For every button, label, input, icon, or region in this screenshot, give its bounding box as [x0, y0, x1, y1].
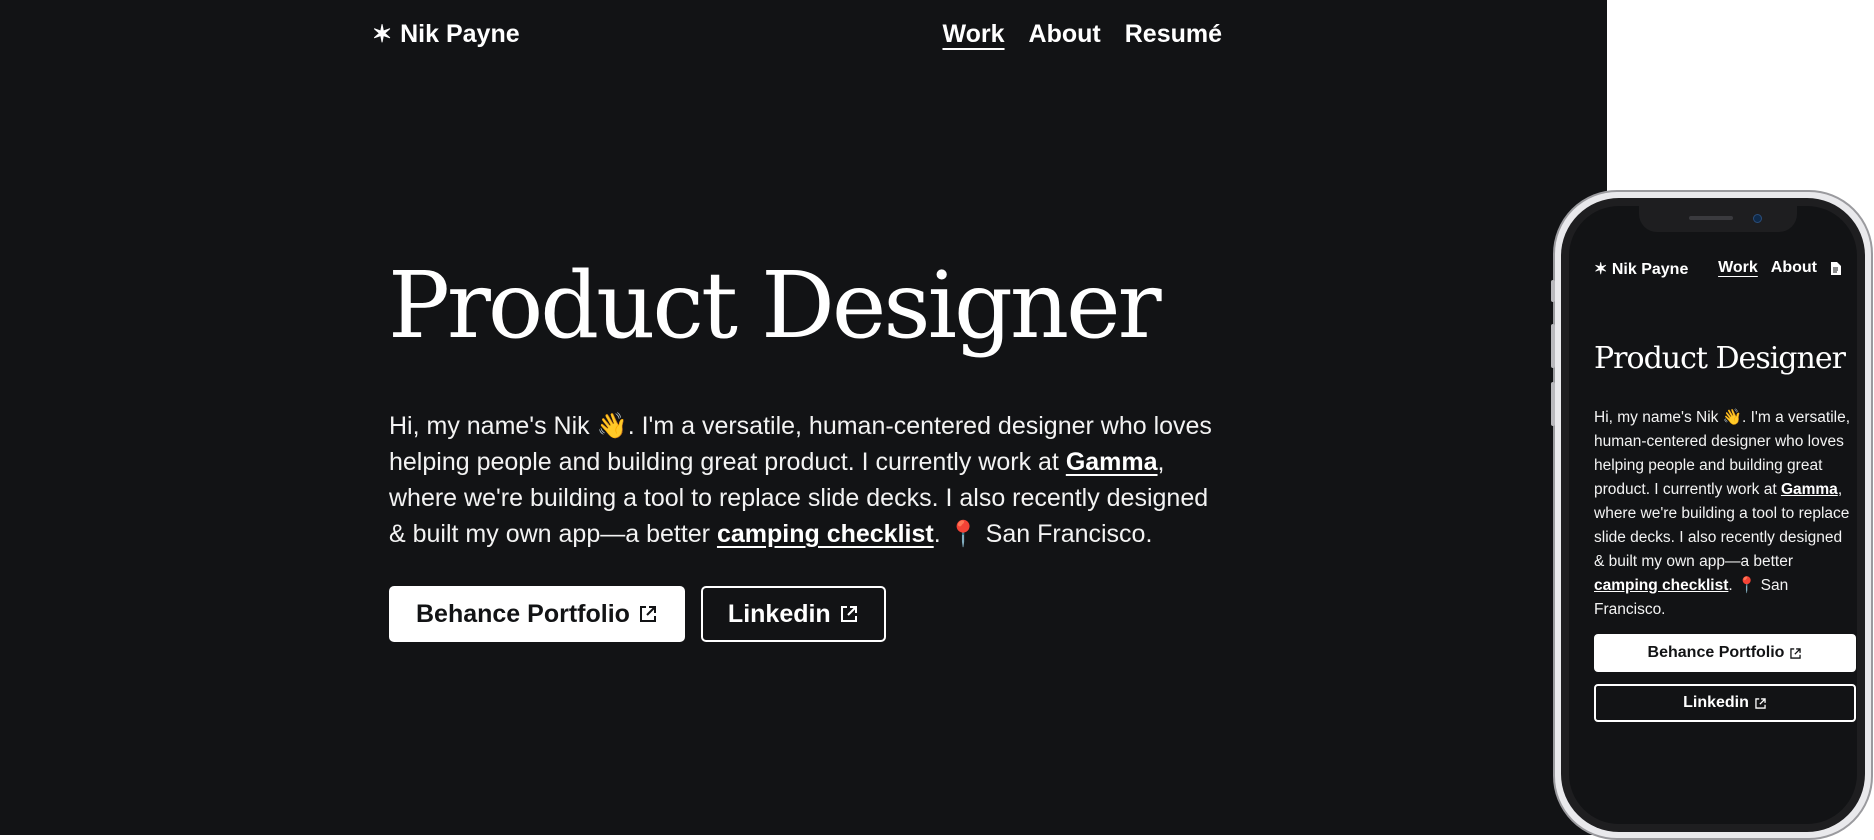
bio-text-3: . 📍 San Francisco. [933, 520, 1153, 548]
external-link-icon [639, 606, 656, 622]
desktop-viewport: ✶ Nik Payne Work About Resumé Product Des… [0, 0, 1607, 835]
nav-work-link[interactable]: Work [942, 20, 1004, 49]
phone-notch [1639, 206, 1797, 232]
mobile-bio-paragraph: Hi, my name's Nik 👋. I'm a versatile, hu… [1594, 406, 1854, 622]
mobile-page-title: Product Designer [1594, 341, 1846, 376]
site-logo[interactable]: ✶ Nik Payne [372, 20, 520, 49]
external-link-icon [1755, 697, 1766, 709]
phone-screen: ✶ Nik Payne Work About Product Designer … [1569, 206, 1857, 824]
mobile-linkedin-button-label: Linkedin [1683, 694, 1749, 711]
external-link-icon [1790, 647, 1802, 659]
mobile-nav-menu: Work About [1718, 259, 1841, 277]
speaker-grille [1689, 216, 1733, 220]
nav-about-link[interactable]: About [1029, 20, 1101, 49]
phone-side-button [1551, 382, 1555, 426]
phone-side-button [1551, 280, 1555, 302]
mobile-behance-button-label: Behance Portfolio [1647, 644, 1785, 661]
star-icon: ✶ [1594, 261, 1608, 278]
behance-button-label: Behance Portfolio [416, 599, 630, 628]
behance-portfolio-button[interactable]: Behance Portfolio [389, 586, 685, 642]
nav-resume-link[interactable]: Resumé [1125, 20, 1222, 49]
phone-mockup: ✶ Nik Payne Work About Product Designer … [1551, 190, 1873, 840]
mobile-logo-name: Nik Payne [1611, 261, 1689, 278]
hero-section: Product Designer [388, 255, 1238, 356]
mobile-nav-work-link[interactable]: Work [1718, 259, 1758, 277]
camping-checklist-link[interactable]: camping checklist [717, 520, 934, 548]
cta-buttons: Behance Portfolio Linkedin [389, 586, 886, 642]
star-icon: ✶ [372, 21, 393, 48]
mobile-gamma-link[interactable]: Gamma [1781, 481, 1838, 498]
camera-icon [1753, 214, 1762, 223]
mobile-behance-portfolio-button[interactable]: Behance Portfolio [1594, 634, 1856, 672]
phone-side-button [1551, 324, 1555, 368]
external-link-icon [840, 606, 857, 622]
logo-name: Nik Payne [400, 20, 520, 48]
mobile-site-logo[interactable]: ✶ Nik Payne [1594, 259, 1688, 279]
top-nav: ✶ Nik Payne Work About Resumé [372, 0, 1222, 76]
mobile-camping-checklist-link[interactable]: camping checklist [1594, 577, 1728, 594]
nav-menu: Work About Resumé [942, 20, 1222, 49]
mobile-linkedin-button[interactable]: Linkedin [1594, 684, 1856, 722]
linkedin-button-label: Linkedin [727, 599, 831, 628]
gamma-link[interactable]: Gamma [1066, 448, 1158, 476]
mobile-nav-about-link[interactable]: About [1771, 259, 1817, 277]
page-title: Product Designer [388, 252, 1162, 359]
bio-paragraph: Hi, my name's Nik 👋. I'm a versatile, hu… [389, 408, 1229, 552]
document-icon[interactable] [1830, 261, 1841, 275]
linkedin-button[interactable]: Linkedin [700, 586, 886, 642]
